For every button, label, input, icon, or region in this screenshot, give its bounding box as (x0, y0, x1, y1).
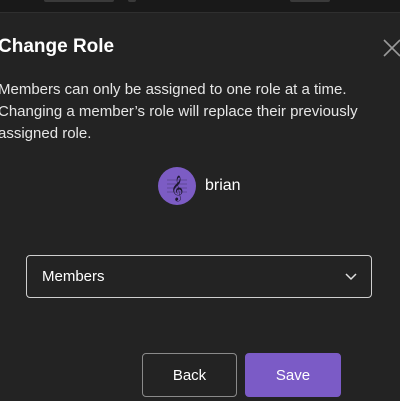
back-button[interactable]: Back (142, 353, 237, 397)
member-info: 𝄞 brian (158, 167, 241, 205)
member-name: brian (205, 177, 241, 194)
dialog-description: Members can only be assigned to one role… (0, 81, 358, 142)
change-role-dialog: Change Role Members can only be assigned… (0, 12, 400, 401)
svg-text:𝄞: 𝄞 (170, 175, 183, 201)
close-icon (383, 39, 400, 57)
avatar: 𝄞 (158, 167, 196, 205)
close-button[interactable] (381, 37, 400, 59)
role-select-value: Members (42, 268, 105, 285)
background-text (44, 0, 114, 2)
save-button[interactable]: Save (245, 353, 341, 397)
role-select[interactable]: Members (26, 255, 372, 298)
background-text (128, 0, 136, 2)
chevron-down-icon (345, 272, 357, 280)
treble-clef-icon: 𝄞 (167, 175, 187, 201)
background-content (0, 0, 400, 12)
dialog-title: Change Role (0, 36, 115, 57)
background-text (290, 0, 330, 2)
